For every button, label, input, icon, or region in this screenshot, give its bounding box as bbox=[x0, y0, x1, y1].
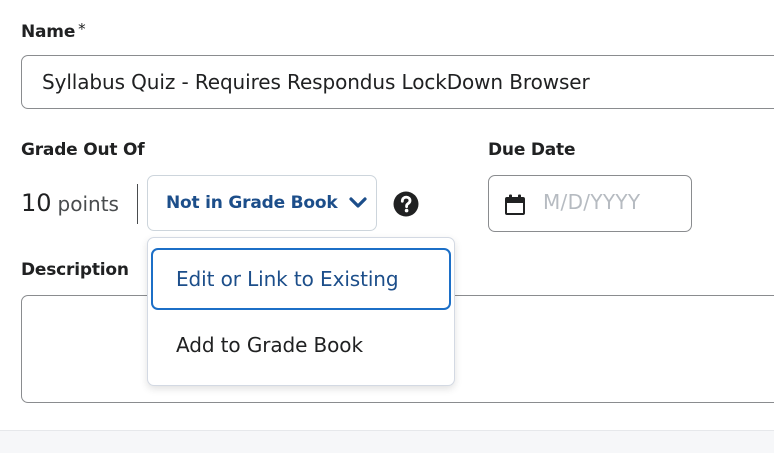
grade-book-menu: Edit or Link to Existing Add to Grade Bo… bbox=[147, 237, 455, 386]
required-mark: * bbox=[78, 20, 86, 38]
name-input-value: Syllabus Quiz - Requires Respondus LockD… bbox=[42, 70, 590, 94]
help-circle-icon[interactable] bbox=[393, 191, 419, 217]
name-input[interactable]: Syllabus Quiz - Requires Respondus LockD… bbox=[21, 55, 774, 109]
grade-button-label: Not in Grade Book bbox=[166, 193, 338, 213]
menu-item-edit-or-link[interactable]: Edit or Link to Existing bbox=[151, 248, 451, 310]
menu-item-add-to-grade-book[interactable]: Add to Grade Book bbox=[151, 314, 451, 376]
name-label-text: Name bbox=[21, 22, 76, 42]
chevron-down-icon bbox=[349, 197, 368, 209]
name-label: Name * bbox=[21, 20, 86, 42]
footer-band bbox=[0, 430, 774, 453]
menu-item-label: Edit or Link to Existing bbox=[176, 267, 399, 291]
calendar-icon[interactable] bbox=[503, 193, 527, 217]
grade-out-of-label: Grade Out Of bbox=[21, 140, 145, 160]
grade-book-dropdown-button[interactable]: Not in Grade Book bbox=[147, 175, 377, 231]
due-date-label: Due Date bbox=[488, 140, 576, 160]
points-unit: points bbox=[57, 192, 119, 216]
description-label: Description bbox=[21, 260, 129, 280]
menu-item-label: Add to Grade Book bbox=[176, 333, 363, 357]
points-value: 10 bbox=[21, 189, 52, 217]
due-date-input[interactable]: M/D/YYYY bbox=[488, 175, 692, 232]
points-display: 10 points bbox=[21, 186, 119, 220]
points-divider bbox=[137, 184, 138, 224]
due-date-placeholder: M/D/YYYY bbox=[543, 189, 641, 214]
